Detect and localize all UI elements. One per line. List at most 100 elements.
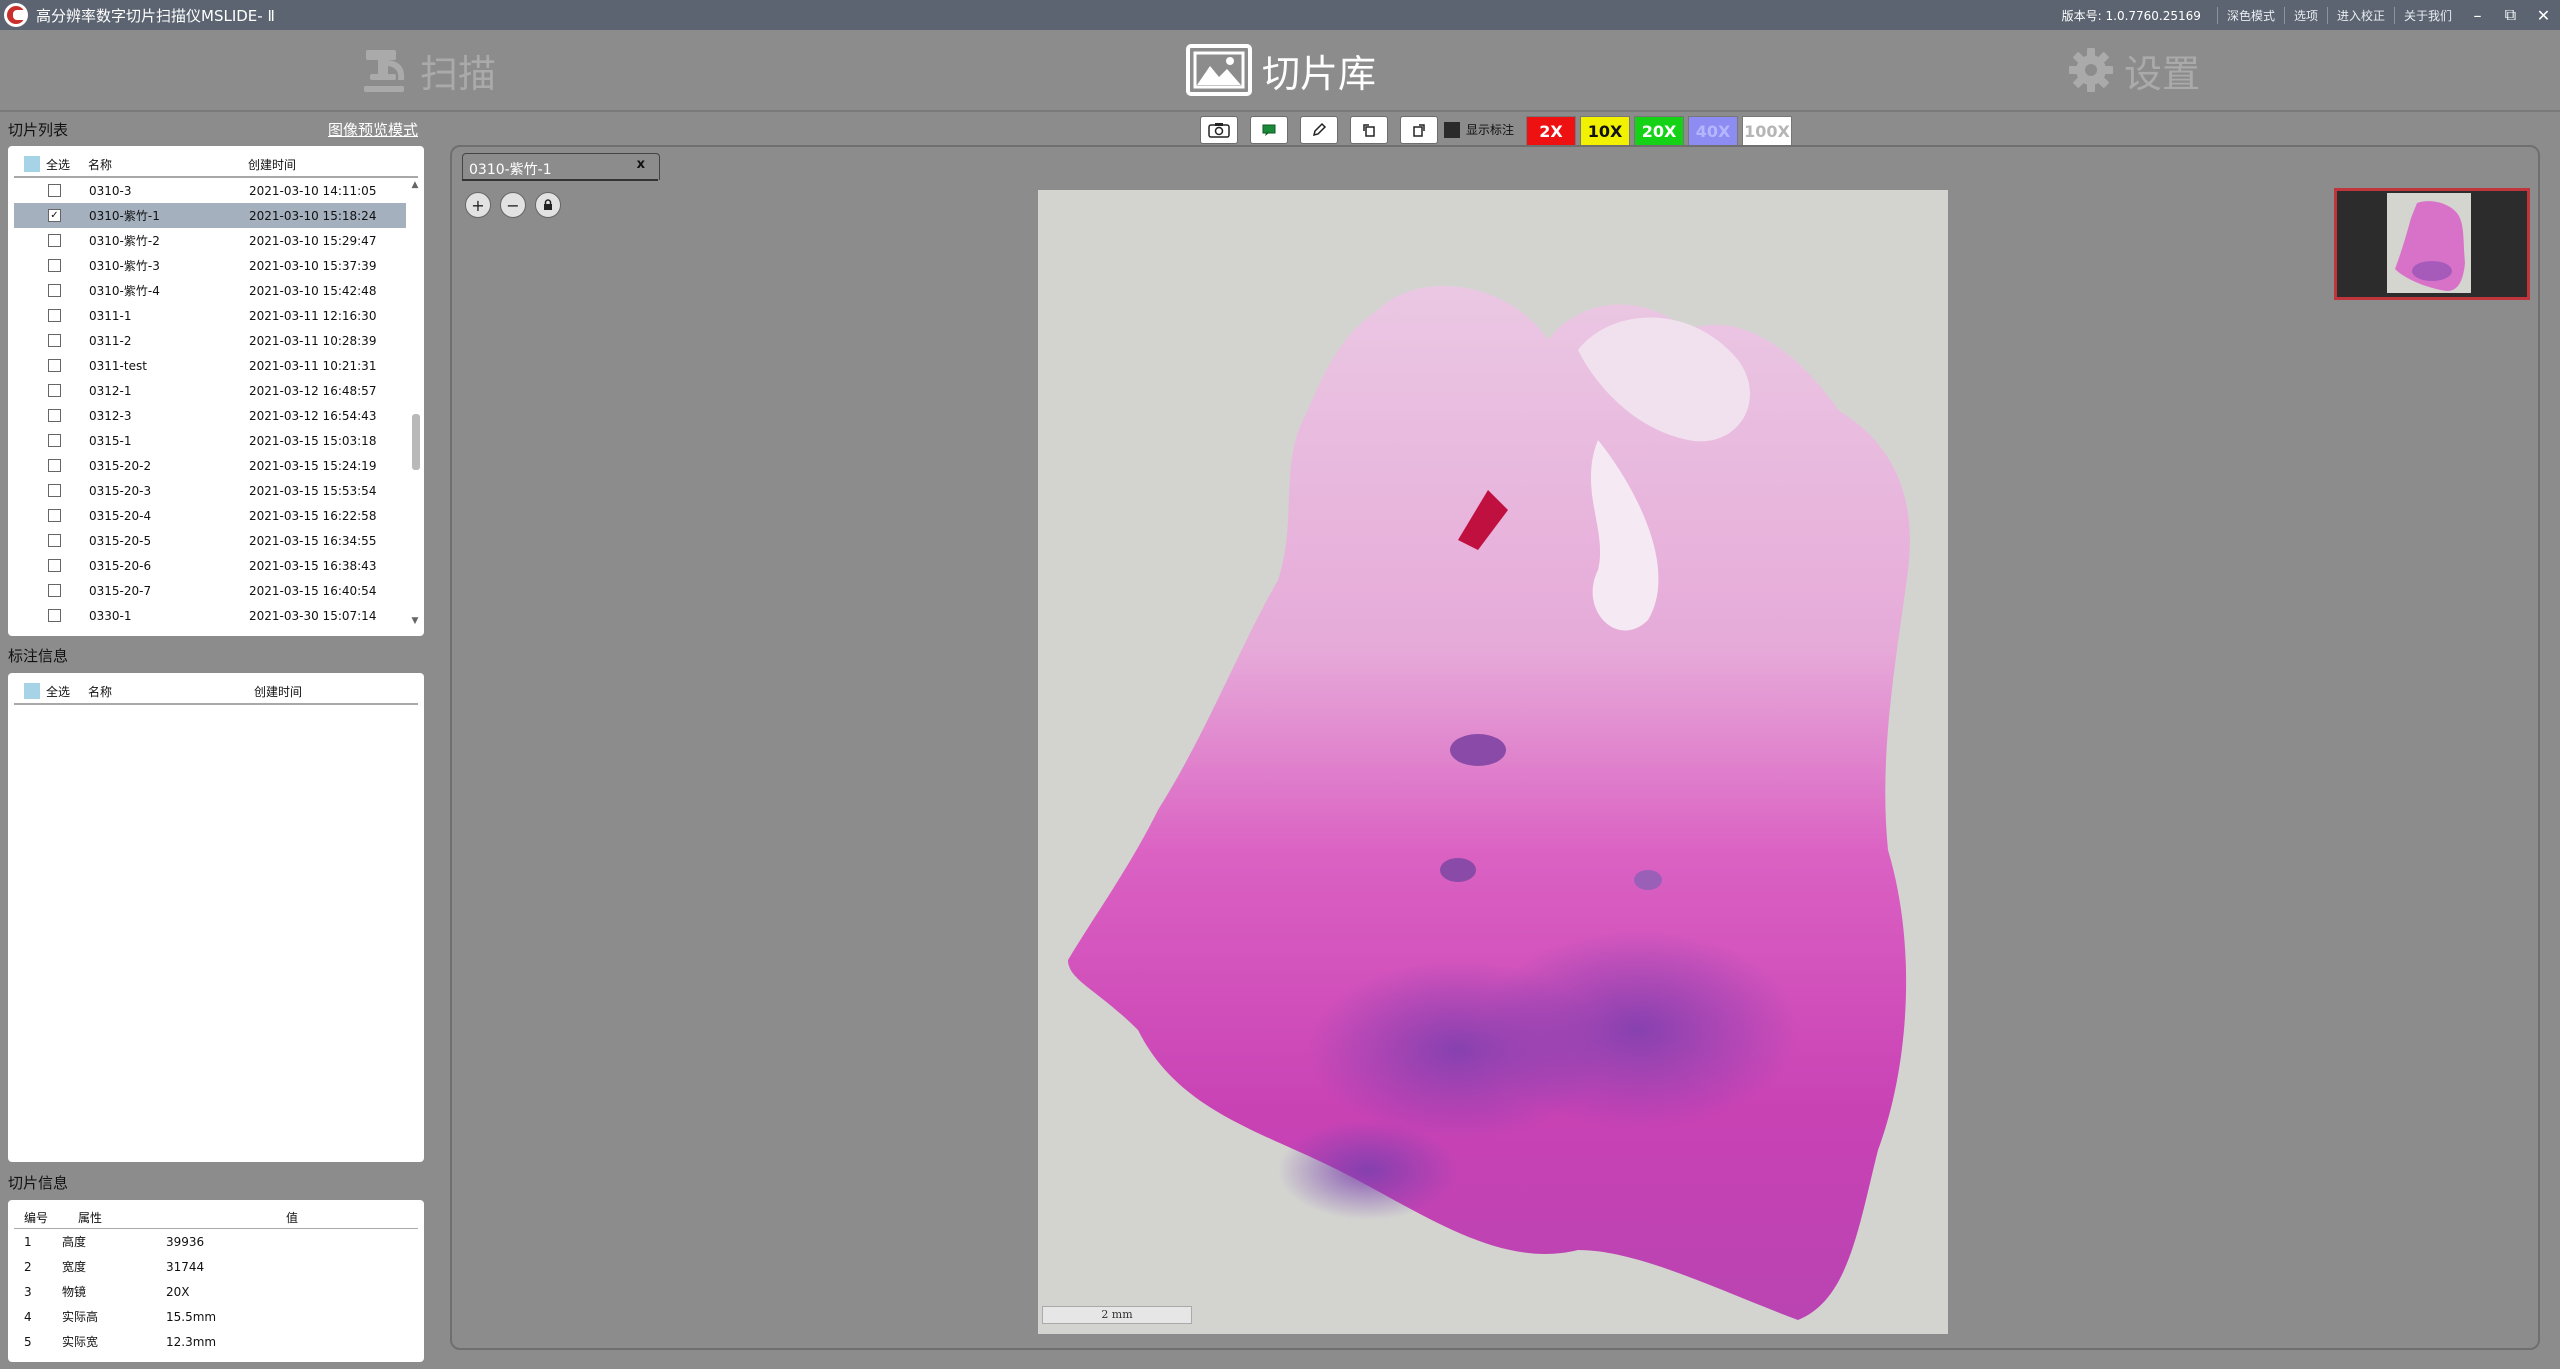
col-val-header: 值	[286, 1210, 299, 1225]
main-nav: 扫描 切片库 设置	[0, 30, 2560, 112]
slide-thumbnail[interactable]	[2334, 188, 2530, 300]
slide-list-item[interactable]: 0311-1 2021-03-11 12:16:30	[14, 303, 406, 328]
screenshot-button[interactable]	[1200, 116, 1238, 144]
slide-name: 0315-20-7	[89, 583, 152, 598]
slide-checkbox[interactable]	[48, 459, 61, 472]
slide-checkbox[interactable]	[48, 309, 61, 322]
options-link[interactable]: 选项	[2283, 6, 2327, 24]
select-all-checkbox[interactable]	[24, 156, 40, 172]
slide-name: 0315-20-4	[89, 508, 152, 523]
slide-checkbox[interactable]	[48, 359, 61, 372]
slide-list-scrollbar[interactable]: ▲ ▼	[410, 180, 420, 626]
slide-list-title: 切片列表	[8, 121, 69, 139]
slide-checkbox[interactable]	[48, 609, 61, 622]
slide-list-item[interactable]: 0311-test 2021-03-11 10:21:31	[14, 353, 406, 378]
scroll-thumb[interactable]	[412, 414, 420, 470]
slide-list-item[interactable]: 0315-1 2021-03-15 15:03:18	[14, 428, 406, 453]
scroll-down-icon[interactable]: ▼	[410, 616, 420, 626]
slide-tab[interactable]: 0310-紫竹-1 x	[462, 153, 660, 180]
slide-list-item[interactable]: 0315-20-6 2021-03-15 16:38:43	[14, 553, 406, 578]
slide-checkbox[interactable]	[48, 584, 61, 597]
nav-library-button[interactable]: 切片库	[1186, 44, 1376, 96]
zoom-10x-button[interactable]: 10X	[1580, 116, 1630, 146]
show-annotations-checkbox[interactable]	[1444, 121, 1460, 138]
camera-icon	[1208, 123, 1230, 138]
zoom-20x-button[interactable]: 20X	[1634, 116, 1684, 146]
info-value: 20X	[166, 1284, 190, 1299]
slide-created-time: 2021-03-11 10:21:31	[249, 358, 377, 373]
slide-info-title: 切片信息	[8, 1174, 69, 1192]
preview-mode-link[interactable]: 图像预览模式	[328, 119, 418, 140]
slide-list-item[interactable]: 0312-3 2021-03-12 16:54:43	[14, 403, 406, 428]
info-value: 15.5mm	[166, 1309, 217, 1324]
lock-view-button[interactable]	[535, 192, 561, 218]
slide-checkbox[interactable]	[48, 259, 61, 272]
zoom-2x-button[interactable]: 2X	[1526, 116, 1576, 146]
slide-checkbox[interactable]	[48, 284, 61, 297]
slide-name: 0315-20-3	[89, 483, 152, 498]
scale-bar: 2 mm	[1042, 1306, 1192, 1324]
slide-checkbox[interactable]	[48, 384, 61, 397]
slide-list-item[interactable]: 0310-3 2021-03-10 14:11:05	[14, 178, 406, 203]
calibration-link[interactable]: 进入校正	[2326, 6, 2394, 24]
slide-list-item[interactable]: 0310-紫竹-2 2021-03-10 15:29:47	[14, 228, 406, 253]
lock-icon	[544, 199, 552, 210]
slide-checkbox[interactable]	[48, 509, 61, 522]
slide-list-item[interactable]: 0310-紫竹-4 2021-03-10 15:42:48	[14, 278, 406, 303]
slide-name: 0310-紫竹-1	[89, 209, 160, 223]
app-title: 高分辨率数字切片扫描仪MSLIDE- Ⅱ	[36, 6, 275, 25]
restore-icon[interactable]: ⧉	[2494, 5, 2527, 25]
slide-list-item[interactable]: 0315-20-2 2021-03-15 15:24:19	[14, 453, 406, 478]
slide-created-time: 2021-03-30 15:07:14	[249, 608, 377, 623]
tab-close-button[interactable]: x	[637, 157, 645, 172]
info-value: 12.3mm	[166, 1334, 217, 1349]
rotate-left-button[interactable]	[1350, 116, 1388, 144]
rotate-right-button[interactable]	[1400, 116, 1438, 144]
slide-name: 0315-20-2	[89, 458, 152, 473]
annotation-select-all-checkbox[interactable]	[24, 683, 40, 699]
slide-list-item[interactable]: 0310-紫竹-3 2021-03-10 15:37:39	[14, 253, 406, 278]
slide-list-item[interactable]: 0315-20-5 2021-03-15 16:34:55	[14, 528, 406, 553]
select-all-label: 全选	[46, 157, 71, 172]
draw-button[interactable]	[1300, 116, 1338, 144]
slide-list-item[interactable]: 0330-1 2021-03-30 15:07:14	[14, 603, 406, 628]
version-label: 版本号: 1.0.7760.25169	[2061, 8, 2201, 23]
info-num: 3	[24, 1284, 32, 1299]
gear-icon	[2069, 48, 2113, 92]
slide-checkbox[interactable]	[48, 409, 61, 422]
slide-checkbox[interactable]	[48, 234, 61, 247]
slide-checkbox[interactable]	[48, 334, 61, 347]
minimize-icon[interactable]: –	[2461, 6, 2494, 25]
slide-name: 0312-1	[89, 383, 132, 398]
zoom-in-button[interactable]: +	[465, 192, 491, 218]
annotation-rect-button[interactable]	[1250, 116, 1288, 144]
zoom-out-button[interactable]: −	[500, 192, 526, 218]
slide-list-panel: 全选 名称 创建时间 0310-3 2021-03-10 14:11:05 ✓ 031…	[8, 146, 424, 636]
nav-scan-button[interactable]: 扫描	[360, 44, 496, 96]
slide-checkbox[interactable]	[48, 559, 61, 572]
slide-image[interactable]	[1038, 190, 1948, 1334]
slide-list-item[interactable]: 0315-20-4 2021-03-15 16:22:58	[14, 503, 406, 528]
slide-list-item[interactable]: ✓ 0310-紫竹-1 2021-03-10 15:18:24	[14, 203, 406, 228]
slide-info-row: 1 高度 39936	[14, 1229, 418, 1254]
nav-settings-button[interactable]: 设置	[2068, 44, 2200, 96]
slide-checkbox[interactable]	[48, 484, 61, 497]
about-link[interactable]: 关于我们	[2393, 6, 2461, 24]
slide-list-item[interactable]: 0311-2 2021-03-11 10:28:39	[14, 328, 406, 353]
close-icon[interactable]: ✕	[2527, 6, 2560, 25]
slide-list-item[interactable]: 0315-20-7 2021-03-15 16:40:54	[14, 578, 406, 603]
slide-checkbox[interactable]	[48, 434, 61, 447]
slide-list-item[interactable]: 0315-20-3 2021-03-15 15:53:54	[14, 478, 406, 503]
slide-created-time: 2021-03-15 16:34:55	[249, 533, 377, 548]
slide-checkbox[interactable]	[48, 184, 61, 197]
slide-created-time: 2021-03-15 16:40:54	[249, 583, 377, 598]
show-annotations-toggle[interactable]: 显示标注	[1444, 121, 1514, 138]
tab-underline	[462, 179, 658, 181]
slide-list-item[interactable]: 0312-1 2021-03-12 16:48:57	[14, 378, 406, 403]
scroll-up-icon[interactable]: ▲	[410, 180, 420, 190]
slide-checkbox[interactable]	[48, 534, 61, 547]
dark-mode-link[interactable]: 深色模式	[2216, 6, 2284, 24]
pencil-icon	[1312, 122, 1327, 137]
slide-checkbox[interactable]: ✓	[48, 209, 61, 222]
titlebar-right: 版本号: 1.0.7760.25169 深色模式 选项 进入校正 关于我们 – …	[2062, 0, 2560, 30]
